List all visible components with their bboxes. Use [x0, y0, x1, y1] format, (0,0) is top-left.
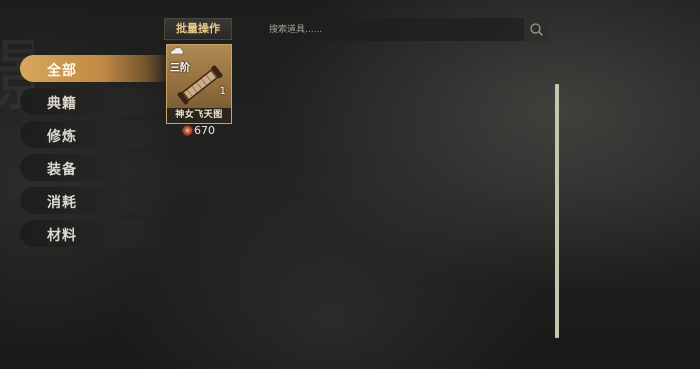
item-quantity: 1 [219, 86, 226, 97]
search-bar [265, 18, 549, 41]
scroll-icon [177, 65, 223, 105]
sidebar-item-all[interactable]: 全部 [20, 55, 170, 82]
sidebar-item-classics[interactable]: 典籍 [20, 88, 170, 115]
item-name: 神女飞天图 [167, 108, 231, 123]
sidebar-item-label: 材料 [47, 228, 77, 244]
search-icon [530, 23, 543, 36]
sidebar-item-consumables[interactable]: 消耗 [20, 187, 170, 214]
search-input[interactable] [267, 20, 521, 40]
item-card[interactable]: 三阶 1 神女飞天图 [166, 44, 232, 124]
category-sidebar: 全部 典籍 修炼 装备 消耗 材料 [20, 55, 170, 253]
cloud-ornament-icon [170, 47, 184, 55]
scrollbar[interactable] [555, 84, 559, 338]
batch-operation-button[interactable]: 批量操作 [164, 18, 232, 40]
sidebar-item-label: 修炼 [47, 129, 77, 145]
sidebar-item-label: 装备 [47, 162, 77, 178]
sidebar-item-cultivation[interactable]: 修炼 [20, 121, 170, 148]
sidebar-item-label: 典籍 [47, 96, 77, 112]
sidebar-item-equipment[interactable]: 装备 [20, 154, 170, 181]
sidebar-item-label: 消耗 [47, 195, 77, 211]
item-price-value: 670 [194, 124, 215, 137]
coin-icon [182, 125, 193, 136]
search-button[interactable] [524, 18, 549, 41]
sidebar-item-label: 全部 [47, 63, 77, 79]
sidebar-item-materials[interactable]: 材料 [20, 220, 170, 247]
